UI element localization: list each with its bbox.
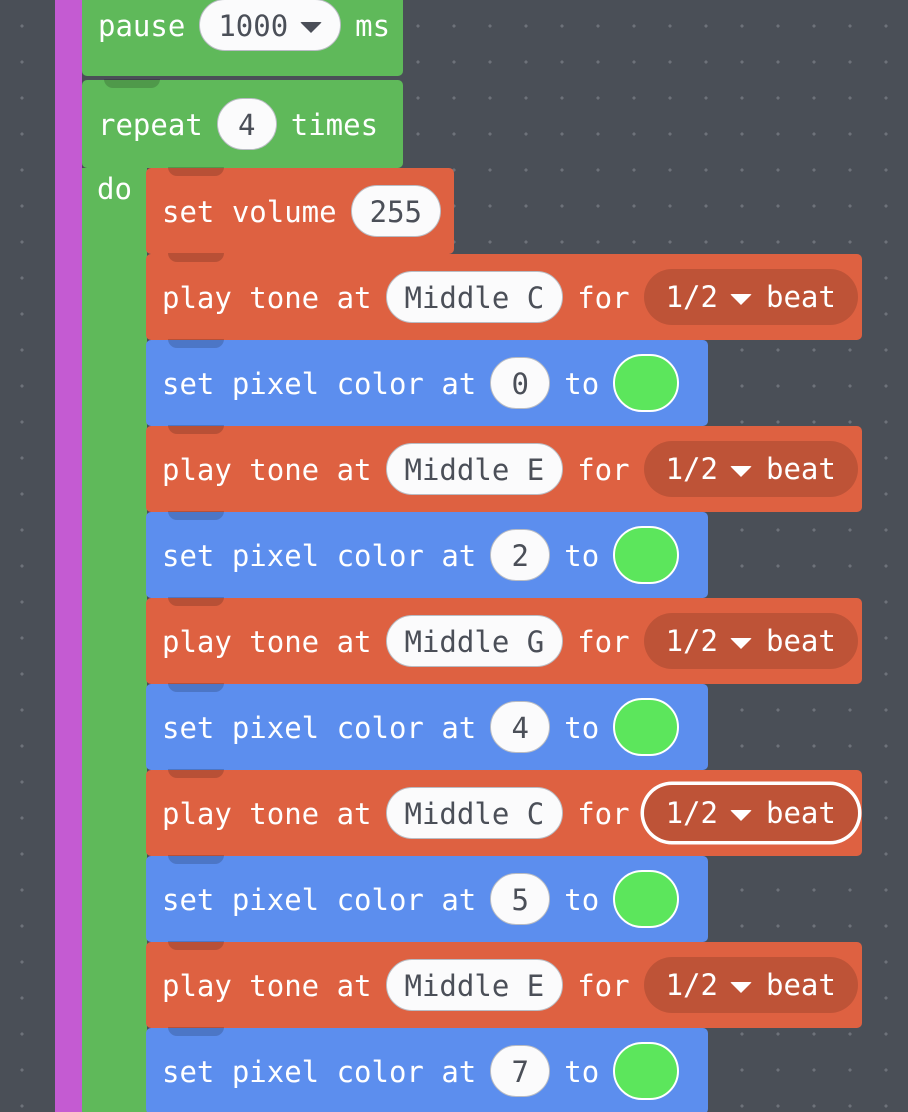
play-tone-for-label: for (577, 624, 630, 659)
set-pixel-index-value: 2 (511, 538, 530, 573)
set-volume-label: set volume (162, 194, 337, 229)
set-pixel-label: set pixel color at (162, 366, 477, 401)
play-tone-duration-value: 1/2 (665, 795, 718, 830)
play-tone-duration-dropdown[interactable]: 1/2 beat (643, 441, 858, 497)
pause-duration-dropdown[interactable]: 1000 (199, 0, 342, 51)
block-play-tone[interactable]: play tone at Middle C for 1/2 beat (146, 769, 862, 856)
set-pixel-index-input[interactable]: 4 (490, 701, 551, 753)
play-tone-note-field[interactable]: Middle E (385, 959, 564, 1011)
color-swatch[interactable] (613, 870, 680, 928)
pause-label: pause (98, 8, 186, 43)
set-pixel-to-label: to (564, 1054, 600, 1089)
repeat-body-wall (82, 168, 147, 1112)
play-tone-beat-label: beat (765, 795, 836, 830)
chevron-down-icon (300, 21, 323, 33)
play-tone-for-label: for (577, 452, 630, 487)
play-tone-label: play tone at (162, 280, 372, 315)
color-swatch[interactable] (613, 354, 680, 412)
chevron-down-icon (729, 809, 752, 821)
set-pixel-index-value: 4 (511, 710, 530, 745)
chevron-down-icon (729, 293, 752, 305)
set-pixel-label: set pixel color at (162, 710, 477, 745)
set-pixel-to-label: to (564, 366, 600, 401)
set-pixel-label: set pixel color at (162, 538, 477, 573)
play-tone-note-value: Middle E (404, 968, 545, 1003)
set-pixel-index-value: 5 (511, 882, 530, 917)
set-pixel-label: set pixel color at (162, 882, 477, 917)
play-tone-duration-value: 1/2 (665, 967, 718, 1002)
repeat-label: repeat (98, 107, 203, 142)
play-tone-note-value: Middle C (404, 796, 545, 831)
play-tone-beat-label: beat (765, 623, 836, 658)
set-volume-value-input[interactable]: 255 (350, 185, 441, 237)
block-set-pixel-color[interactable]: set pixel color at 4 to (146, 683, 708, 770)
play-tone-duration-dropdown[interactable]: 1/2 beat (643, 269, 858, 325)
block-play-tone[interactable]: play tone at Middle C for 1/2 beat (146, 253, 862, 340)
set-pixel-to-label: to (564, 538, 600, 573)
color-swatch[interactable] (613, 526, 680, 584)
block-play-tone[interactable]: play tone at Middle G for 1/2 beat (146, 597, 862, 684)
play-tone-duration-dropdown[interactable]: 1/2 beat (643, 957, 858, 1013)
play-tone-beat-label: beat (765, 451, 836, 486)
chevron-down-icon (729, 981, 752, 993)
play-tone-note-field[interactable]: Middle E (385, 443, 564, 495)
block-set-pixel-color[interactable]: set pixel color at 7 to (146, 1027, 708, 1112)
event-block-spine[interactable] (55, 0, 82, 1112)
set-pixel-index-value: 7 (511, 1054, 530, 1089)
play-tone-for-label: for (577, 796, 630, 831)
repeat-count-input[interactable]: 4 (216, 98, 277, 150)
play-tone-note-field[interactable]: Middle C (385, 787, 564, 839)
color-swatch[interactable] (613, 698, 680, 756)
play-tone-note-value: Middle C (404, 280, 545, 315)
blocks-workspace[interactable]: pause 1000 ms repeat 4 times do set volu… (0, 0, 908, 1112)
set-pixel-to-label: to (564, 710, 600, 745)
play-tone-duration-dropdown[interactable]: 1/2 beat (643, 613, 858, 669)
block-repeat[interactable]: repeat 4 times (82, 79, 403, 168)
play-tone-for-label: for (577, 280, 630, 315)
play-tone-for-label: for (577, 968, 630, 1003)
block-play-tone[interactable]: play tone at Middle E for 1/2 beat (146, 941, 862, 1028)
play-tone-label: play tone at (162, 452, 372, 487)
block-set-volume[interactable]: set volume 255 (146, 167, 454, 254)
pause-unit-label: ms (355, 8, 391, 43)
set-pixel-index-value: 0 (511, 366, 530, 401)
play-tone-beat-label: beat (765, 967, 836, 1002)
block-pause[interactable]: pause 1000 ms (82, 0, 403, 76)
block-set-pixel-color[interactable]: set pixel color at 2 to (146, 511, 708, 598)
set-pixel-index-input[interactable]: 5 (490, 873, 551, 925)
block-play-tone[interactable]: play tone at Middle E for 1/2 beat (146, 425, 862, 512)
play-tone-duration-value: 1/2 (665, 279, 718, 314)
set-pixel-index-input[interactable]: 2 (490, 529, 551, 581)
play-tone-duration-dropdown[interactable]: 1/2 beat (643, 785, 858, 841)
play-tone-label: play tone at (162, 624, 372, 659)
play-tone-label: play tone at (162, 796, 372, 831)
color-swatch[interactable] (613, 1042, 680, 1100)
repeat-suffix-label: times (290, 107, 379, 142)
play-tone-note-value: Middle E (404, 452, 545, 487)
chevron-down-icon (729, 465, 752, 477)
play-tone-beat-label: beat (765, 279, 836, 314)
block-set-pixel-color[interactable]: set pixel color at 0 to (146, 339, 708, 426)
play-tone-note-field[interactable]: Middle G (385, 615, 564, 667)
chevron-down-icon (729, 637, 752, 649)
set-pixel-to-label: to (564, 882, 600, 917)
set-pixel-index-input[interactable]: 0 (490, 357, 551, 409)
set-pixel-label: set pixel color at (162, 1054, 477, 1089)
play-tone-duration-value: 1/2 (665, 451, 718, 486)
set-pixel-index-input[interactable]: 7 (490, 1045, 551, 1097)
play-tone-label: play tone at (162, 968, 372, 1003)
play-tone-note-field[interactable]: Middle C (385, 271, 564, 323)
play-tone-note-value: Middle G (404, 624, 545, 659)
repeat-do-label: do (97, 172, 132, 206)
play-tone-duration-value: 1/2 (665, 623, 718, 658)
block-set-pixel-color[interactable]: set pixel color at 5 to (146, 855, 708, 942)
